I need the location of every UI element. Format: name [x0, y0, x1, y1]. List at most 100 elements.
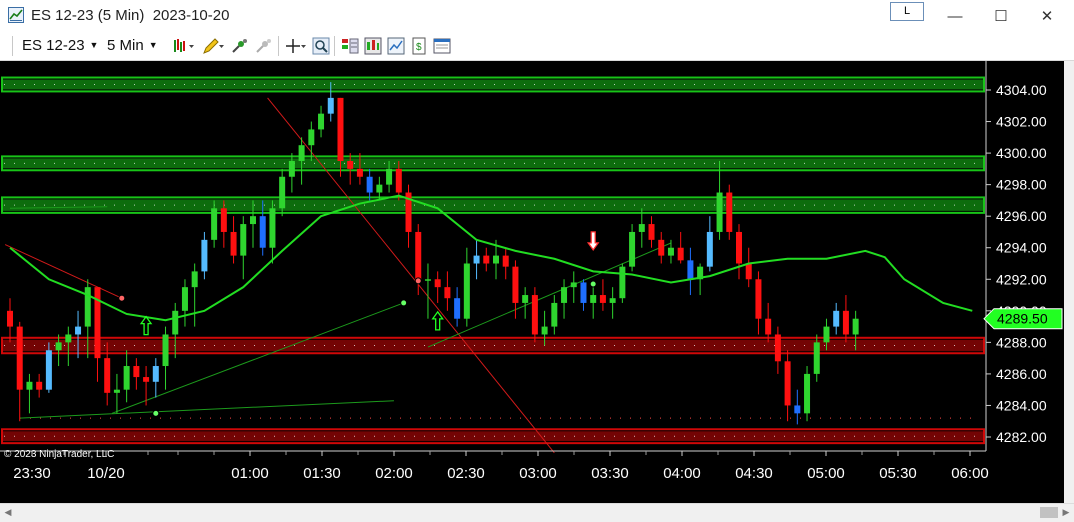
signal-dot — [400, 299, 408, 307]
candle-body — [143, 377, 150, 382]
candle-body — [774, 334, 781, 362]
time-tick-label: 03:30 — [591, 465, 629, 482]
price-tick-label: 4302.00 — [996, 114, 1047, 130]
candle-body — [463, 263, 470, 319]
candle-body — [133, 366, 140, 378]
window-title: ES 12-23 (5 Min) 2023-10-20 — [31, 7, 230, 24]
candle-body — [483, 255, 490, 264]
time-tick-label: 01:00 — [231, 465, 269, 482]
window-titlebar: ES 12-23 (5 Min) 2023-10-20 L — ☐ ✕ — [0, 0, 1074, 32]
candle-body — [590, 295, 597, 303]
indicators-icon[interactable] — [231, 37, 249, 55]
data-box-icon[interactable] — [364, 37, 382, 55]
price-tick-label: 4284.00 — [996, 397, 1047, 413]
candle-body — [211, 208, 218, 240]
chart-toolbar: ES 12-23 ▼ 5 Min ▼ $ — [0, 32, 1074, 61]
candle-body — [784, 361, 791, 406]
candle-body — [667, 247, 674, 256]
crosshair-icon[interactable] — [285, 37, 306, 55]
candle-body — [687, 260, 694, 280]
candle-body — [298, 145, 305, 161]
candle-body — [444, 287, 451, 299]
candle-body — [318, 113, 325, 130]
chart-canvas[interactable]: 4282.004284.004286.004288.004290.004292.… — [0, 61, 1064, 503]
candle-body — [376, 184, 383, 193]
interval-selector[interactable]: 5 Min ▼ — [107, 37, 158, 54]
minimize-button[interactable]: — — [935, 4, 975, 28]
candle-body — [629, 231, 636, 267]
signal-dot — [414, 277, 422, 285]
time-tick-label: 02:00 — [375, 465, 413, 482]
candle-body — [551, 302, 558, 327]
bar-type-icon[interactable] — [172, 37, 194, 55]
price-tick-label: 4298.00 — [996, 177, 1047, 193]
candle-body — [541, 326, 548, 335]
price-tick-label: 4286.00 — [996, 366, 1047, 382]
time-tick-label: 02:30 — [447, 465, 485, 482]
zoom-icon[interactable] — [312, 37, 330, 55]
scroll-right-icon[interactable]: ▶ — [1060, 506, 1072, 518]
candle-body — [75, 326, 82, 335]
horizontal-scrollbar[interactable]: ◀ ▶ — [0, 503, 1074, 522]
price-tick-label: 4288.00 — [996, 334, 1047, 350]
time-tick-label: 23:30 — [13, 465, 51, 482]
toolbar-grip — [12, 36, 13, 56]
signal-dot — [152, 409, 160, 417]
candle-body — [45, 350, 52, 390]
candle-body — [531, 295, 538, 335]
candle-body — [424, 279, 431, 281]
price-chart[interactable]: 4282.004284.004286.004288.004290.004292.… — [0, 61, 1064, 503]
candle-body — [327, 97, 334, 114]
candle-body — [473, 255, 480, 264]
scrollbar-thumb[interactable] — [1040, 507, 1058, 518]
green-trendline — [19, 400, 394, 419]
candle-body — [308, 129, 315, 146]
green-zone-fill — [3, 199, 983, 211]
chevron-down-icon: ▼ — [148, 40, 158, 50]
candle-body — [7, 310, 13, 327]
candle-body — [172, 310, 179, 335]
candle-body — [804, 373, 811, 414]
drawing-pencil-icon[interactable] — [202, 37, 224, 55]
candle-body — [502, 255, 509, 267]
candle-body — [386, 168, 393, 185]
candle-body — [658, 239, 665, 256]
price-tick-label: 4296.00 — [996, 208, 1047, 224]
candle-body — [755, 279, 762, 319]
strategies-icon[interactable] — [255, 37, 273, 55]
copyright-label: © 2023 NinjaTrader, LLC — [4, 449, 114, 460]
candle-body — [706, 231, 713, 267]
candle-body — [434, 279, 441, 288]
candle-body — [716, 192, 723, 232]
time-tick-label: 04:30 — [735, 465, 773, 482]
candle-body — [201, 239, 208, 272]
candle-body — [415, 231, 422, 280]
maximize-button[interactable]: ☐ — [981, 4, 1021, 28]
properties-icon[interactable] — [387, 37, 405, 55]
candle-body — [347, 160, 354, 169]
snapshot-icon[interactable]: $ — [410, 37, 428, 55]
signal-dot — [589, 280, 597, 288]
candle-body — [638, 224, 645, 232]
candle-body — [454, 298, 461, 319]
candle-body — [288, 160, 295, 177]
link-button[interactable]: L — [890, 2, 924, 21]
instrument-selector[interactable]: ES 12-23 ▼ — [22, 37, 98, 54]
price-tick-label: 4294.00 — [996, 240, 1047, 256]
candle-body — [240, 224, 247, 256]
share-icon[interactable] — [433, 37, 451, 55]
candle-body — [794, 405, 801, 414]
vertical-scrollbar[interactable] — [1064, 61, 1074, 503]
candle-body — [36, 381, 43, 390]
chart-app-icon — [8, 7, 24, 23]
moving-average-line — [9, 194, 973, 322]
time-tick-label: 03:00 — [519, 465, 557, 482]
instrument-label: ES 12-23 — [22, 37, 85, 54]
last-price-label: 4289.50 — [997, 311, 1048, 327]
chart-trader-icon[interactable] — [341, 37, 359, 55]
close-button[interactable]: ✕ — [1027, 4, 1067, 28]
candle-body — [395, 168, 402, 193]
candle-body — [765, 318, 772, 335]
time-tick-label: 05:00 — [807, 465, 845, 482]
scroll-left-icon[interactable]: ◀ — [2, 506, 14, 518]
